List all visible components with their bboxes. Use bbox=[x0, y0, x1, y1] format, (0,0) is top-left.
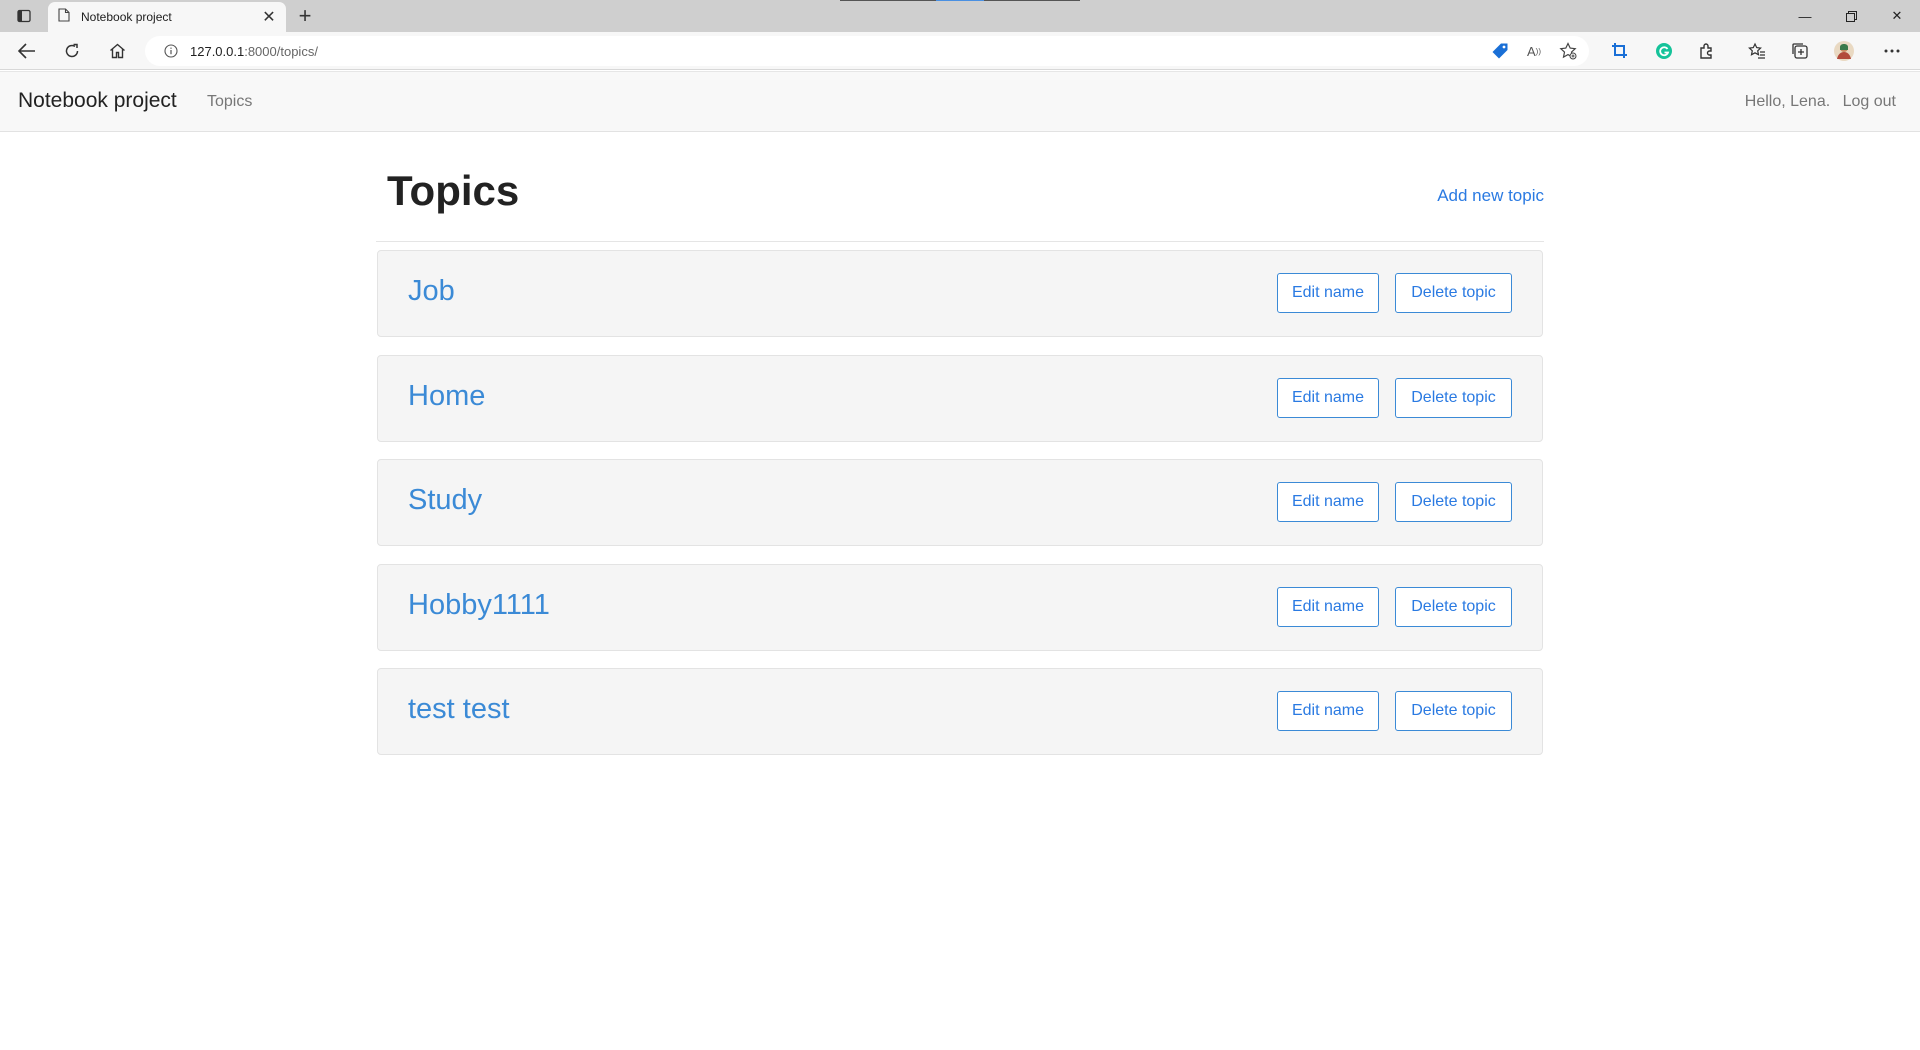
topic-link[interactable]: Home bbox=[408, 380, 485, 413]
browser-toolbar: 127.0.0.1:8000/topics/ A)) bbox=[0, 32, 1920, 70]
crop-icon[interactable] bbox=[1606, 37, 1634, 65]
greeting-text: Hello, Lena. bbox=[1744, 93, 1831, 110]
collections-icon[interactable] bbox=[1786, 37, 1814, 65]
more-icon[interactable] bbox=[1878, 37, 1906, 65]
site-navbar: Notebook project Topics Hello, Lena. Log… bbox=[0, 71, 1920, 132]
address-bar[interactable]: 127.0.0.1:8000/topics/ A)) bbox=[145, 36, 1589, 66]
info-icon[interactable] bbox=[155, 44, 187, 58]
add-new-topic-link[interactable]: Add new topic bbox=[1437, 186, 1544, 206]
delete-topic-button[interactable]: Delete topic bbox=[1395, 482, 1512, 522]
brand-link[interactable]: Notebook project bbox=[18, 89, 177, 113]
tag-icon[interactable] bbox=[1487, 39, 1513, 63]
url-path: :8000/topics/ bbox=[244, 43, 318, 59]
topic-card: Hobby1111 Edit name Delete topic bbox=[377, 564, 1543, 651]
delete-topic-button[interactable]: Delete topic bbox=[1395, 587, 1512, 627]
url-host: 127.0.0.1 bbox=[190, 43, 245, 59]
back-icon[interactable] bbox=[13, 37, 41, 65]
tab-title: Notebook project bbox=[81, 10, 172, 24]
edit-name-button[interactable]: Edit name bbox=[1277, 587, 1379, 627]
topic-card: Study Edit name Delete topic bbox=[377, 459, 1543, 546]
edit-name-button[interactable]: Edit name bbox=[1277, 691, 1379, 731]
edit-name-button[interactable]: Edit name bbox=[1277, 482, 1379, 522]
window-close-icon[interactable]: ✕ bbox=[1874, 0, 1920, 32]
page-icon bbox=[58, 7, 70, 27]
delete-topic-button[interactable]: Delete topic bbox=[1395, 273, 1512, 313]
minimize-icon[interactable]: — bbox=[1782, 0, 1828, 32]
page-title: Topics bbox=[387, 167, 520, 214]
page-header: Topics Add new topic bbox=[376, 160, 1544, 242]
restore-icon[interactable] bbox=[1828, 0, 1874, 32]
favorite-add-icon[interactable] bbox=[1555, 39, 1581, 63]
plus-icon[interactable]: + bbox=[292, 3, 318, 28]
topic-link[interactable]: Study bbox=[408, 484, 482, 517]
close-icon[interactable]: ✕ bbox=[260, 8, 278, 26]
topic-card: test test Edit name Delete topic bbox=[377, 668, 1543, 755]
read-aloud-icon[interactable]: A)) bbox=[1521, 39, 1547, 63]
edit-name-button[interactable]: Edit name bbox=[1277, 273, 1379, 313]
favorites-icon[interactable] bbox=[1743, 37, 1771, 65]
grammarly-icon[interactable] bbox=[1650, 37, 1678, 65]
topic-link[interactable]: Hobby1111 bbox=[408, 589, 550, 622]
avatar[interactable] bbox=[1830, 37, 1858, 65]
delete-topic-button[interactable]: Delete topic bbox=[1395, 691, 1512, 731]
sidebar-toggle-icon[interactable] bbox=[10, 5, 38, 27]
home-icon[interactable] bbox=[103, 37, 131, 65]
address-bar-actions: A)) bbox=[1487, 39, 1581, 63]
browser-tab-strip: Notebook project ✕ + — ✕ bbox=[0, 0, 1920, 32]
topic-card: Home Edit name Delete topic bbox=[377, 355, 1543, 442]
topic-link[interactable]: test test bbox=[408, 693, 510, 726]
window-controls: — ✕ bbox=[1782, 0, 1920, 32]
topic-card: Job Edit name Delete topic bbox=[377, 250, 1543, 337]
loading-progress bbox=[840, 0, 1080, 1]
refresh-icon[interactable] bbox=[58, 37, 86, 65]
delete-topic-button[interactable]: Delete topic bbox=[1395, 378, 1512, 418]
extensions-icon[interactable] bbox=[1693, 37, 1721, 65]
user-menu: Hello, Lena. Log out bbox=[1745, 93, 1896, 111]
url-text: 127.0.0.1:8000/topics/ bbox=[190, 44, 318, 59]
logout-link[interactable]: Log out bbox=[1843, 93, 1896, 110]
topic-link[interactable]: Job bbox=[408, 275, 455, 308]
nav-topics-link[interactable]: Topics bbox=[207, 93, 252, 111]
browser-tab[interactable]: Notebook project ✕ bbox=[48, 2, 286, 32]
edit-name-button[interactable]: Edit name bbox=[1277, 378, 1379, 418]
